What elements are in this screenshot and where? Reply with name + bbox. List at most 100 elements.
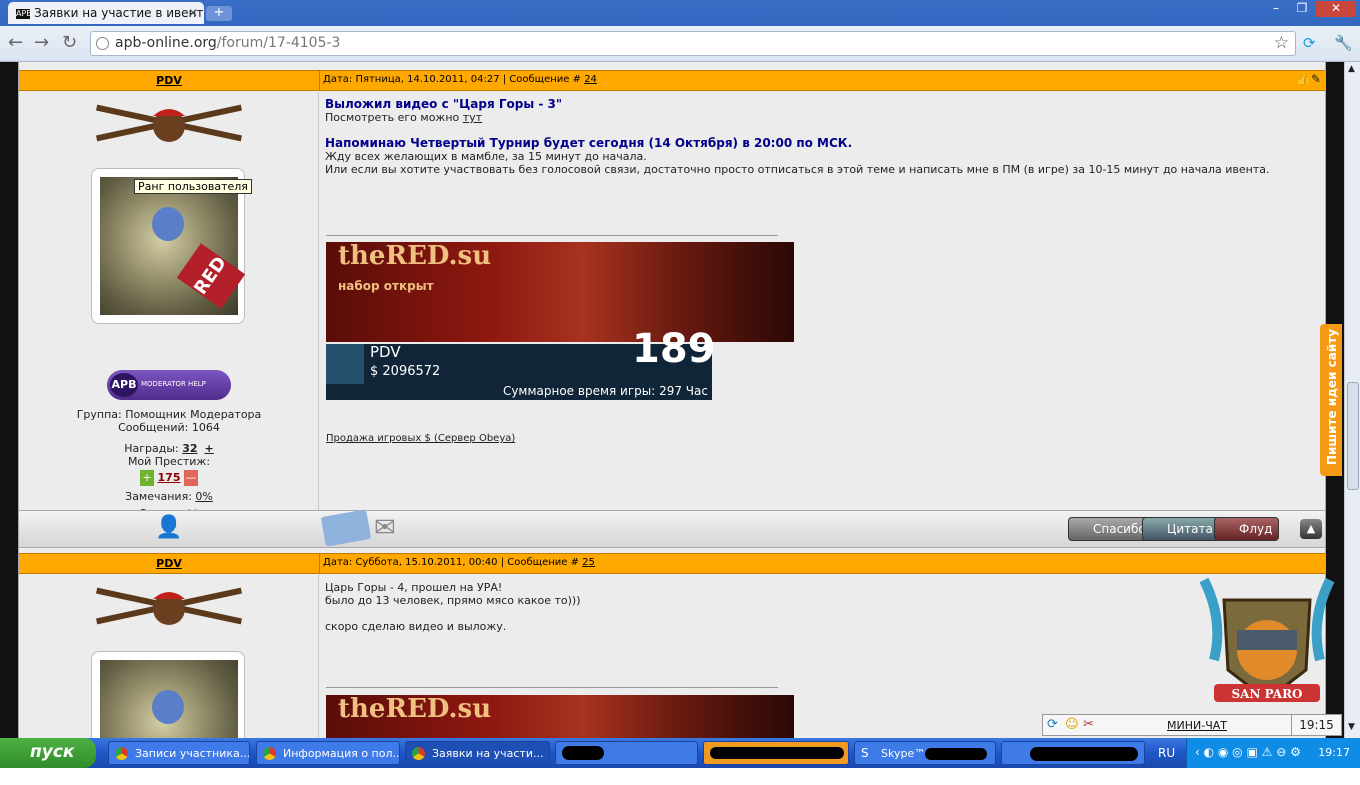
awards-add-link[interactable]: + xyxy=(205,442,214,455)
mini-chat-link[interactable]: МИНИ-ЧАТ xyxy=(1167,719,1227,732)
post-author-link[interactable]: PDV xyxy=(19,74,319,87)
scroll-down-icon[interactable]: ▼ xyxy=(1348,722,1355,732)
post-footer: 👤 ✉ Спасибо Цитата Флуд ▲ xyxy=(19,509,1325,548)
taskbar-item-active[interactable]: Заявки на участи... xyxy=(405,741,550,765)
thanks-button[interactable]: Спасибо xyxy=(1068,517,1153,541)
post-line: Выложил видео с "Царя Горы - 3" xyxy=(325,97,563,111)
scroll-top-button[interactable]: ▲ xyxy=(1300,519,1322,539)
warnings-label: Замечания: xyxy=(125,490,196,503)
moderator-help-badge: APB MODERATOR HELP xyxy=(107,370,231,400)
sig-name: PDV xyxy=(370,343,401,361)
url-path: /forum/17-4105-3 xyxy=(216,35,341,51)
post-header: PDV Дата: Суббота, 15.10.2011, 00:40 | С… xyxy=(19,553,1325,574)
sig-level: 189 xyxy=(632,326,716,372)
sale-link[interactable]: Продажа игровых $ (Сервер Obeya) xyxy=(326,432,515,445)
post-header: PDV Дата: Пятница, 14.10.2011, 04:27 | С… xyxy=(19,70,1325,91)
taskbar-item[interactable]: Записи участника... xyxy=(108,741,250,765)
smile-icon[interactable]: ☺ xyxy=(1065,717,1079,732)
vertical-scrollbar[interactable]: ▲ ▼ xyxy=(1344,62,1360,738)
post-author-link[interactable]: PDV xyxy=(19,557,319,570)
san-paro-logo: SAN PARO xyxy=(1199,577,1335,702)
post-body: Выложил видео с "Царя Горы - 3" Посмотре… xyxy=(320,92,1325,510)
skull-icon xyxy=(326,344,364,384)
translate-icon[interactable]: ⟳ xyxy=(1303,34,1316,52)
user-sidebar: Ранг пользователя RED APB MODERATOR HELP … xyxy=(19,92,319,520)
post-number-link[interactable]: 24 xyxy=(584,74,597,85)
user-group: Группа: Помощник Модератора xyxy=(76,408,262,421)
taskbar-item[interactable] xyxy=(703,741,849,765)
new-tab-button[interactable]: + xyxy=(206,6,232,21)
sig-money: $ 2096572 xyxy=(370,364,441,379)
post-line: Посмотреть его можно xyxy=(325,111,463,124)
post-line: Или если вы хотите участвовать без голос… xyxy=(325,163,1270,176)
chrome-icon xyxy=(412,747,425,760)
minimize-icon[interactable]: – xyxy=(1264,1,1288,17)
chrome-icon xyxy=(115,747,128,760)
thered-banner[interactable]: theRED.su xyxy=(326,695,794,738)
apb-favicon-icon: APB xyxy=(16,8,32,19)
rate-icons[interactable]: 👍✎ xyxy=(1296,72,1321,86)
user-sidebar xyxy=(19,575,319,738)
maximize-icon[interactable]: ❐ xyxy=(1290,1,1314,17)
tools-icon[interactable]: ✂ xyxy=(1083,717,1094,732)
address-bar[interactable]: apb-online.org/forum/17-4105-3 ☆ xyxy=(90,31,1296,56)
tray-clock: 19:17 xyxy=(1318,746,1350,759)
wrench-icon[interactable]: 🔧 xyxy=(1334,34,1353,52)
rank-icon[interactable] xyxy=(95,102,243,146)
forum-thread: PDV Дата: Пятница, 14.10.2011, 04:27 | С… xyxy=(18,62,1326,738)
chat-clock: 19:15 xyxy=(1291,715,1341,735)
start-button[interactable]: пуск xyxy=(0,738,96,768)
forward-icon[interactable]: → xyxy=(34,33,49,53)
user-messages: Сообщений: 1064 xyxy=(118,421,220,434)
prestige-label: Мой Престиж: xyxy=(127,455,211,468)
mini-chat-bar[interactable]: ⟳ ☺ ✂ МИНИ-ЧАТ 19:15 xyxy=(1042,714,1342,736)
post-number-link[interactable]: 25 xyxy=(582,557,595,568)
game-signature[interactable]: PDV $ 2096572 189 Суммарное время игры: … xyxy=(326,329,716,400)
bookmark-star-icon[interactable]: ☆ xyxy=(1274,33,1289,53)
thered-banner[interactable]: theRED.su набор открыт xyxy=(326,242,794,342)
language-indicator[interactable]: RU xyxy=(1158,746,1175,760)
awards-link[interactable]: 32 xyxy=(182,442,197,455)
prestige-minus-button[interactable]: — xyxy=(183,470,198,486)
taskbar-item[interactable] xyxy=(555,741,698,765)
prestige-plus-button[interactable]: + xyxy=(140,470,155,486)
browser-toolbar: ← → ↻ apb-online.org/forum/17-4105-3 ☆ ⟳ … xyxy=(0,26,1360,62)
tray-icons[interactable]: ‹ ◐ ◉ ◎ ▣ ⚠ ⊖ ⚙ xyxy=(1195,745,1301,759)
blank-area xyxy=(0,768,1360,785)
quote-button[interactable]: Цитата xyxy=(1142,517,1220,541)
rank-tooltip: Ранг пользователя xyxy=(134,179,252,194)
scroll-up-icon[interactable]: ▲ xyxy=(1348,64,1355,74)
back-icon[interactable]: ← xyxy=(8,33,23,53)
card-icon[interactable] xyxy=(320,509,372,547)
reload-icon[interactable]: ↻ xyxy=(62,33,77,53)
scroll-thumb[interactable] xyxy=(1347,382,1359,490)
svg-text:SAN PARO: SAN PARO xyxy=(1231,687,1302,701)
taskbar-item[interactable] xyxy=(1001,741,1145,765)
taskbar-item[interactable]: Информация о пол... xyxy=(256,741,400,765)
rank-icon[interactable] xyxy=(95,585,243,629)
chat-refresh-icon[interactable]: ⟳ xyxy=(1047,717,1058,732)
tab-active[interactable]: APB Заявки на участие в ивенте ✕ xyxy=(8,2,204,24)
tab-title: Заявки на участие в ивенте xyxy=(34,6,204,20)
awards-label: Награды: xyxy=(124,442,183,455)
flood-button[interactable]: Флуд xyxy=(1214,517,1280,541)
url-domain: apb-online.org xyxy=(115,35,217,51)
globe-icon xyxy=(96,37,109,50)
windows-taskbar: пуск Записи участника... Информация о по… xyxy=(0,738,1360,768)
warnings-link[interactable]: 0% xyxy=(195,490,212,503)
post-date: Дата: Суббота, 15.10.2011, 00:40 | Сообщ… xyxy=(323,557,579,568)
sig-playtime: Суммарное время игры: 297 Час xyxy=(502,384,708,398)
system-tray: ‹ ◐ ◉ ◎ ▣ ⚠ ⊖ ⚙ 19:17 xyxy=(1186,738,1360,768)
post-line: Царь Горы - 4, прошел на УРА! xyxy=(325,581,503,594)
post-date: Дата: Пятница, 14.10.2011, 04:27 | Сообщ… xyxy=(323,74,581,85)
mail-icon[interactable]: ✉ xyxy=(374,513,396,543)
taskbar-item[interactable]: S Skype™ xyxy=(854,741,996,765)
signature-divider xyxy=(326,235,778,236)
avatar xyxy=(91,651,245,738)
close-tab-icon[interactable]: ✕ xyxy=(188,6,198,20)
close-window-icon[interactable]: ✕ xyxy=(1316,1,1356,17)
prestige-value[interactable]: 175 xyxy=(158,471,181,484)
profile-icon[interactable]: 👤 xyxy=(155,515,182,540)
ideas-feedback-tab[interactable]: Пишите идеи сайту xyxy=(1320,324,1342,476)
video-link[interactable]: тут xyxy=(463,111,482,124)
